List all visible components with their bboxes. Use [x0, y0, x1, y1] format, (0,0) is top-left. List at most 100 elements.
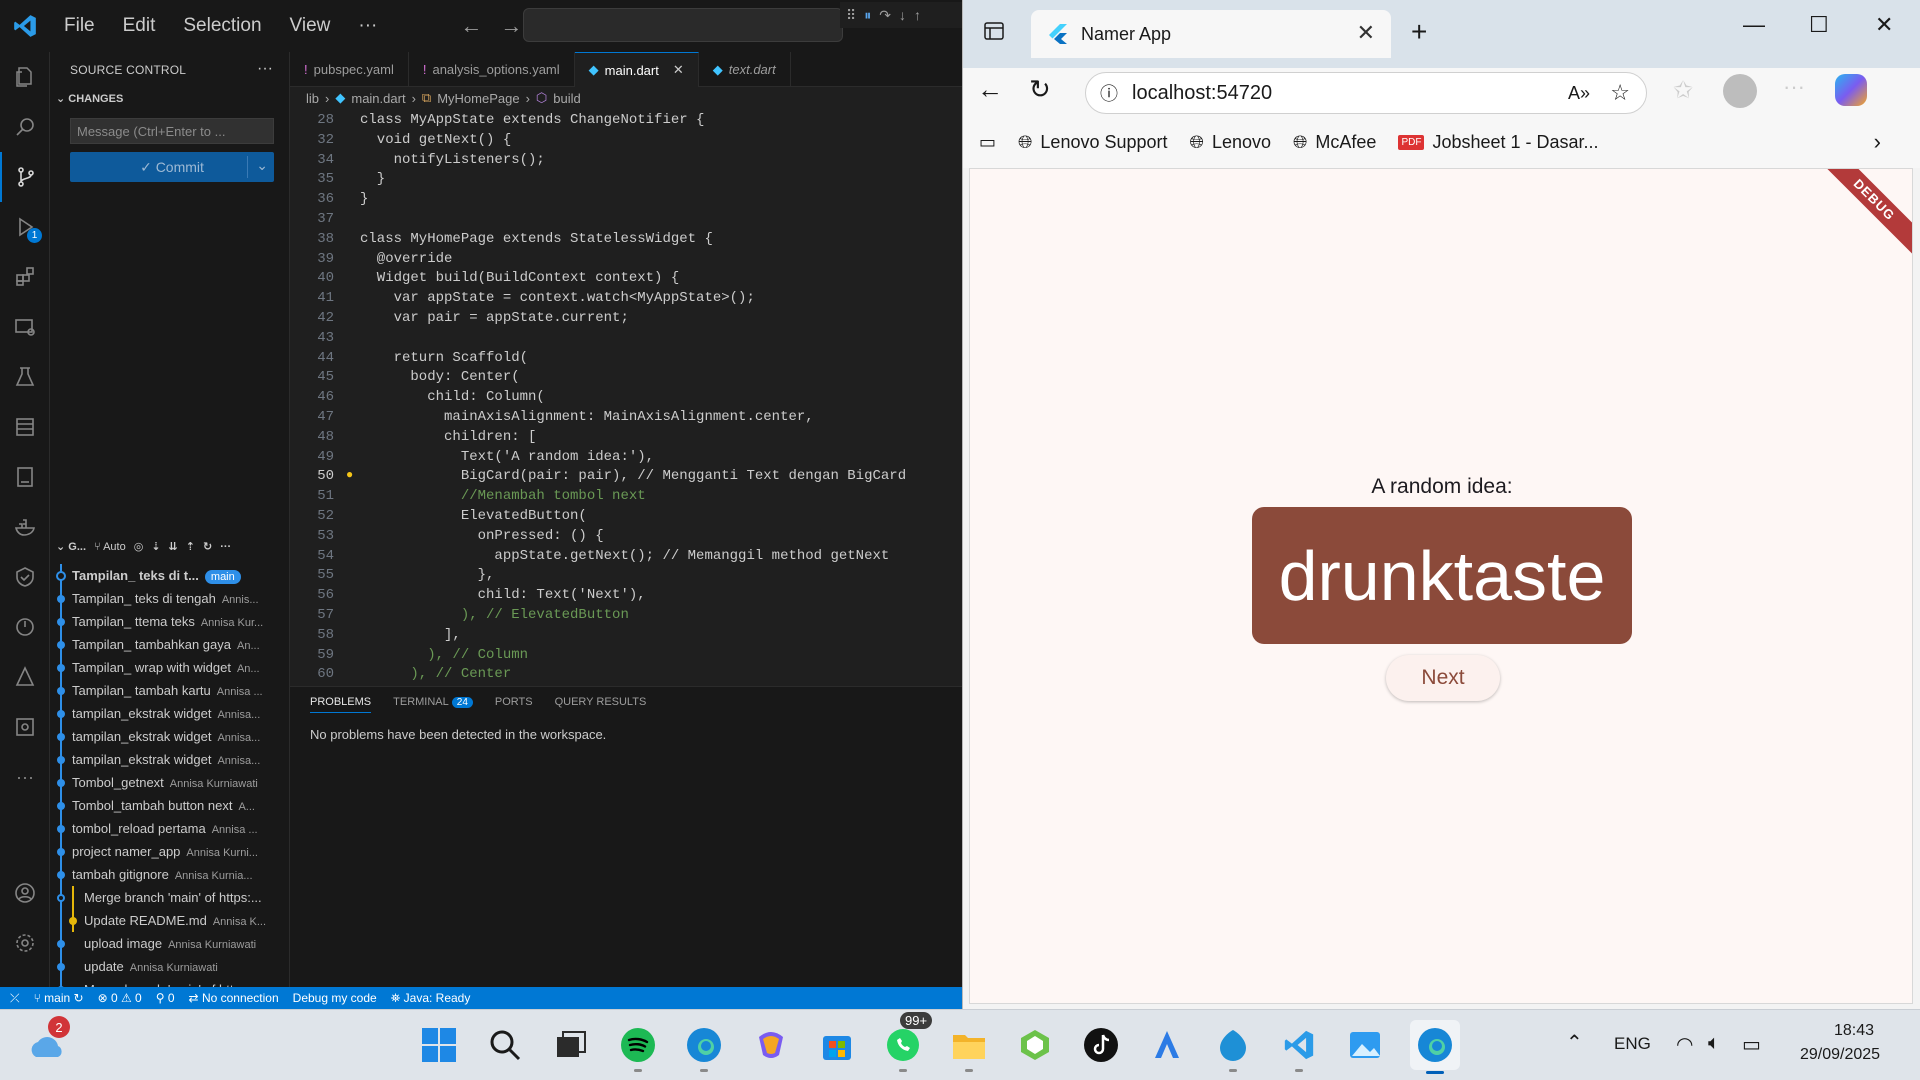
- browser-tab-namer-app[interactable]: Namer App ✕: [1031, 10, 1391, 58]
- chevron-right-icon[interactable]: ›: [1874, 129, 1881, 155]
- check-shield-icon[interactable]: [0, 552, 50, 602]
- commit-row[interactable]: Tampilan_ tambah kartu Annisa ...: [50, 679, 290, 702]
- commit-row[interactable]: update Annisa Kurniawati: [50, 955, 290, 978]
- weather-widget-icon[interactable]: 2: [26, 1016, 70, 1066]
- read-aloud-icon[interactable]: A»: [1568, 83, 1590, 104]
- menu-file[interactable]: File: [50, 0, 109, 52]
- copilot-app-icon[interactable]: [750, 1024, 792, 1066]
- flutter-devtools-icon[interactable]: [0, 652, 50, 702]
- changes-header[interactable]: ⌄ CHANGES: [56, 92, 123, 105]
- breadcrumb-item[interactable]: build: [553, 91, 580, 106]
- chevron-down-icon[interactable]: ⌄: [256, 157, 268, 174]
- step-into-icon[interactable]: ↓: [899, 7, 906, 23]
- minimize-icon[interactable]: —: [1743, 12, 1765, 38]
- whatsapp-icon[interactable]: 99+: [882, 1012, 933, 1072]
- commit-row[interactable]: Update README.md Annisa K...: [50, 909, 290, 932]
- edge-active-icon[interactable]: [1410, 1020, 1460, 1074]
- commit-row[interactable]: Tampilan_ wrap with widget An...: [50, 656, 290, 679]
- app-cube-icon[interactable]: [1014, 1024, 1056, 1066]
- connection-status[interactable]: ⇄ No connection: [189, 991, 279, 1005]
- wifi-icon[interactable]: ◠: [1676, 1032, 1693, 1057]
- command-center-search[interactable]: [523, 8, 843, 42]
- azure-data-studio-icon[interactable]: [1146, 1024, 1188, 1066]
- search-icon[interactable]: [484, 1024, 526, 1066]
- book-icon[interactable]: [0, 452, 50, 502]
- refresh-icon[interactable]: ↻: [203, 540, 212, 553]
- favorite-star-icon[interactable]: ☆: [1610, 80, 1630, 106]
- run-debug-icon[interactable]: 1: [0, 202, 50, 252]
- commit-row[interactable]: Tombol_tambah button next A...: [50, 794, 290, 817]
- fav-lenovo[interactable]: 🌐︎ Lenovo: [1190, 132, 1271, 153]
- sidebar-more-icon[interactable]: ···: [257, 60, 273, 78]
- favorites-collection-icon[interactable]: ▭: [979, 132, 996, 153]
- fav-mcafee[interactable]: 🌐︎ McAfee: [1293, 132, 1376, 153]
- edge-icon[interactable]: [683, 1024, 725, 1072]
- profile-avatar[interactable]: [1723, 74, 1757, 108]
- tab-problems[interactable]: PROBLEMS: [310, 696, 372, 713]
- commit-row[interactable]: tampilan_ekstrak widget Annisa...: [50, 748, 290, 771]
- docker-icon[interactable]: [0, 502, 50, 552]
- next-button[interactable]: Next: [1386, 655, 1500, 701]
- menu-selection[interactable]: Selection: [169, 0, 275, 52]
- new-tab-icon[interactable]: +: [1411, 16, 1427, 48]
- menu-edit[interactable]: Edit: [109, 0, 170, 52]
- commit-row[interactable]: Tombol_getnext Annisa Kurniawati: [50, 771, 290, 794]
- code-editor[interactable]: 28 class MyAppState extends ChangeNotifie…: [290, 110, 962, 684]
- favorites-icon[interactable]: ✩: [1673, 76, 1693, 105]
- task-view-icon[interactable]: [550, 1024, 592, 1066]
- drag-handle-icon[interactable]: ⠿: [846, 7, 856, 24]
- commit-row[interactable]: project namer_app Annisa Kurni...: [50, 840, 290, 863]
- commit-row[interactable]: Tampilan_ tambahkan gaya An...: [50, 633, 290, 656]
- graph-more-icon[interactable]: ···: [220, 541, 231, 553]
- remote-icon[interactable]: ⤫: [10, 991, 20, 1006]
- source-control-icon[interactable]: [0, 152, 50, 202]
- settings-more-icon[interactable]: ···: [1783, 74, 1805, 100]
- inspect-icon[interactable]: [0, 702, 50, 752]
- commit-row[interactable]: Tampilan_ teks di t... main: [50, 564, 290, 587]
- graph-title[interactable]: ⌄ G...: [56, 540, 86, 553]
- volume-icon[interactable]: 🔈︎: [1708, 1032, 1720, 1055]
- problems-status[interactable]: ⊗ 0 ⚠ 0: [98, 991, 142, 1005]
- power-icon[interactable]: [0, 602, 50, 652]
- graph-auto-toggle[interactable]: ⑂ Auto: [94, 541, 126, 553]
- settings-gear-icon[interactable]: [0, 918, 50, 968]
- breadcrumb-item[interactable]: MyHomePage: [437, 91, 519, 106]
- close-tab-icon[interactable]: ✕: [1357, 20, 1375, 46]
- maximize-icon[interactable]: ☐: [1809, 12, 1829, 38]
- extensions-icon[interactable]: [0, 252, 50, 302]
- tab-analysis-options[interactable]: ! analysis_options.yaml: [409, 52, 575, 87]
- account-icon[interactable]: [0, 868, 50, 918]
- commit-row[interactable]: Tampilan_ ttema teks Annisa Kur...: [50, 610, 290, 633]
- explorer-icon[interactable]: [0, 52, 50, 102]
- breadcrumb-item[interactable]: lib: [306, 91, 319, 106]
- fetch-icon[interactable]: ⇣: [151, 540, 160, 553]
- commit-row[interactable]: upload image Annisa Kurniawati: [50, 932, 290, 955]
- branch-status[interactable]: ⑂ main ↻: [34, 991, 84, 1005]
- tab-actions-icon[interactable]: [983, 20, 1005, 45]
- language-indicator[interactable]: ENG: [1614, 1034, 1651, 1054]
- commit-row[interactable]: Tampilan_ teks di tengah Annis...: [50, 587, 290, 610]
- more-views-icon[interactable]: ···: [0, 752, 50, 802]
- back-arrow-icon[interactable]: ←: [451, 13, 491, 39]
- tiktok-icon[interactable]: [1080, 1024, 1122, 1066]
- tab-ports[interactable]: PORTS: [495, 696, 533, 713]
- pause-icon[interactable]: ⏸: [864, 7, 871, 24]
- testing-icon[interactable]: [0, 352, 50, 402]
- clock-date[interactable]: 29/09/2025: [1800, 1046, 1880, 1064]
- java-status[interactable]: ⛯ Java: Ready: [391, 991, 471, 1006]
- info-icon[interactable]: ⓘ: [1100, 80, 1118, 106]
- start-icon[interactable]: [418, 1024, 460, 1066]
- close-window-icon[interactable]: ✕: [1875, 12, 1893, 38]
- menu-view[interactable]: View: [276, 0, 345, 52]
- menu-more[interactable]: ···: [344, 0, 391, 52]
- commit-row[interactable]: tampilan_ekstrak widget Annisa...: [50, 725, 290, 748]
- back-icon[interactable]: ←: [977, 74, 1003, 105]
- commit-message-input[interactable]: Message (Ctrl+Enter to ...: [70, 118, 274, 144]
- copilot-icon[interactable]: [1835, 74, 1867, 106]
- file-explorer-icon[interactable]: [948, 1024, 990, 1072]
- search-icon[interactable]: [0, 102, 50, 152]
- fav-lenovo-support[interactable]: 🌐︎ Lenovo Support: [1018, 132, 1168, 153]
- reload-icon[interactable]: ↻: [1029, 74, 1051, 105]
- commit-row[interactable]: tampilan_ekstrak widget Annisa...: [50, 702, 290, 725]
- fav-jobsheet[interactable]: PDF Jobsheet 1 - Dasar...: [1398, 132, 1599, 153]
